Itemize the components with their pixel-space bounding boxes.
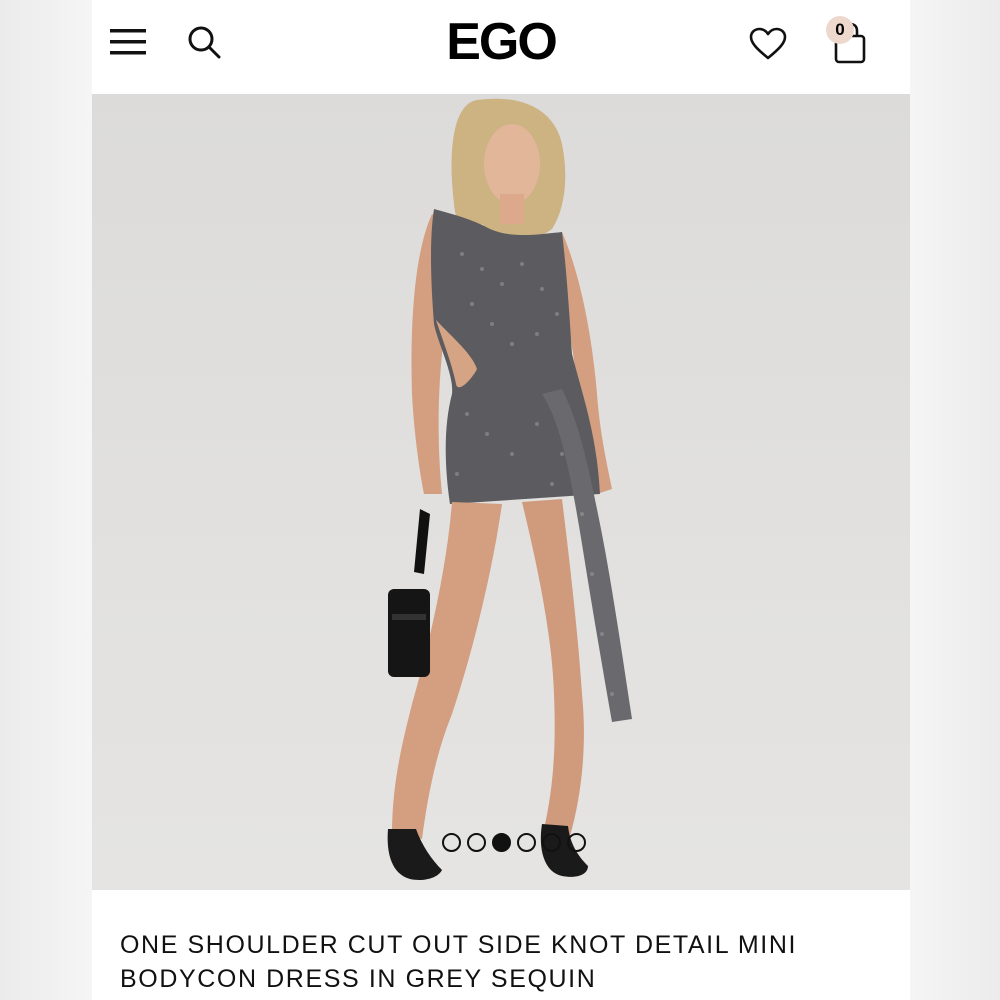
wishlist-button[interactable] <box>746 22 790 66</box>
gallery-dot-1[interactable] <box>442 832 461 852</box>
gallery-dot-3-active[interactable] <box>492 832 511 852</box>
product-image-gallery[interactable] <box>92 94 910 890</box>
product-title: ONE SHOULDER CUT OUT SIDE KNOT DETAIL MI… <box>120 931 798 993</box>
gallery-dot-4[interactable] <box>517 832 536 852</box>
heart-icon <box>749 27 787 60</box>
page-margin-right <box>908 0 1000 1000</box>
page-margin-left <box>0 0 92 1000</box>
site-header: EGO 0 <box>92 0 910 94</box>
gallery-dot-6[interactable] <box>567 832 586 852</box>
product-page: EGO 0 ONE SHOULDER CUT OUT SIDE KNOT DET… <box>92 0 910 1000</box>
bag-count-badge: 0 <box>826 16 854 44</box>
product-photo <box>387 98 632 880</box>
gallery-dot-2[interactable] <box>467 832 486 852</box>
gallery-pagination <box>442 831 586 853</box>
gallery-dot-5[interactable] <box>542 832 561 852</box>
